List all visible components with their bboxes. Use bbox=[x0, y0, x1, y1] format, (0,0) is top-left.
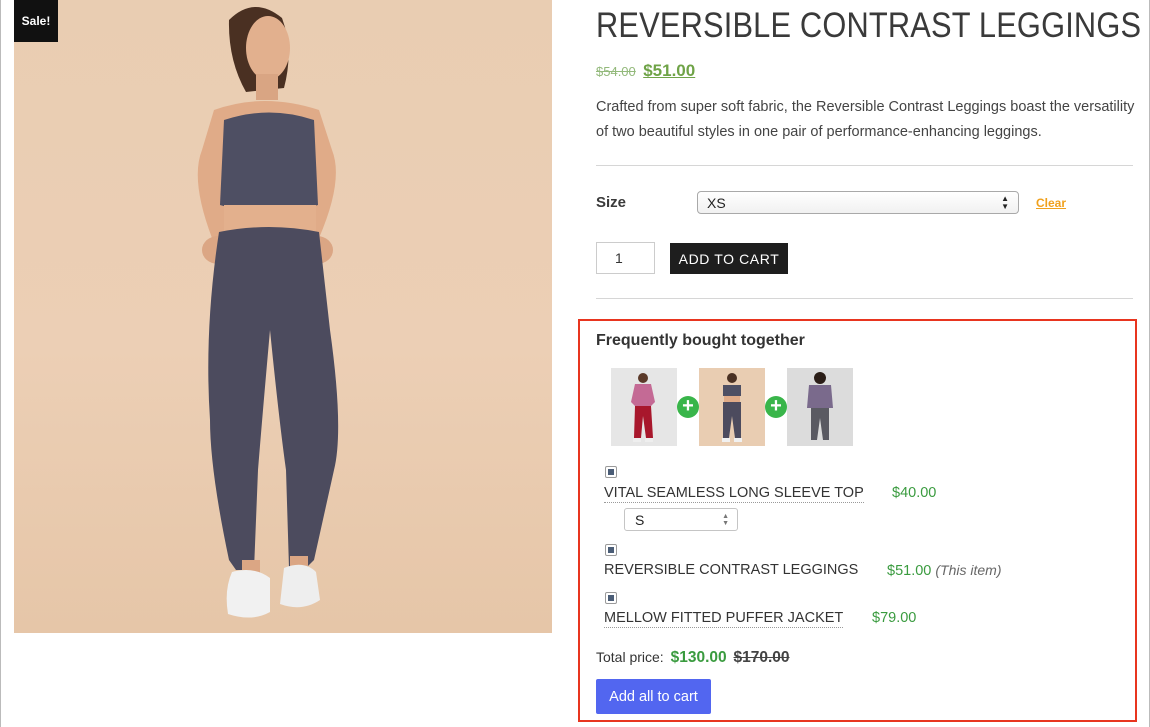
select-arrows-icon: ▲ ▼ bbox=[722, 512, 729, 527]
item-checkbox[interactable] bbox=[605, 592, 617, 604]
sale-price: $51.00 bbox=[643, 61, 696, 80]
plus-icon: + bbox=[677, 396, 699, 418]
total-old-price: $170.00 bbox=[733, 649, 790, 666]
plus-icon: + bbox=[765, 396, 787, 418]
item-variant-select[interactable]: S ▲ ▼ bbox=[624, 508, 738, 531]
clear-link[interactable]: Clear bbox=[1036, 196, 1066, 210]
total-price: $130.00 bbox=[670, 649, 727, 666]
fbt-thumb-jacket[interactable] bbox=[787, 368, 853, 446]
sale-badge: Sale! bbox=[14, 0, 58, 42]
leggings-product-image bbox=[722, 373, 742, 442]
fbt-item-price: $51.00 bbox=[887, 563, 932, 579]
price-row: $54.00 $51.00 bbox=[596, 61, 695, 81]
fbt-item-name: REVERSIBLE CONTRAST LEGGINGS bbox=[604, 562, 859, 578]
item-checkbox[interactable] bbox=[605, 466, 617, 478]
add-all-to-cart-button[interactable]: Add all to cart bbox=[596, 679, 711, 714]
fbt-thumb-leggings[interactable] bbox=[699, 368, 765, 446]
product-image[interactable] bbox=[14, 0, 552, 633]
fbt-item-name[interactable]: MELLOW FITTED PUFFER JACKET bbox=[604, 610, 844, 628]
size-select[interactable]: XS ▲ ▼ bbox=[697, 191, 1019, 214]
old-price: $54.00 bbox=[596, 64, 636, 79]
top-product-image bbox=[631, 373, 655, 442]
quantity-input[interactable]: 1 bbox=[596, 242, 655, 274]
size-select-value: XS bbox=[707, 194, 726, 211]
fbt-item-price-row: $51.00 (This item) bbox=[887, 562, 1002, 579]
size-label: Size bbox=[596, 194, 627, 211]
total-label: Total price: bbox=[596, 649, 664, 665]
item-checkbox[interactable] bbox=[605, 544, 617, 556]
fbt-item-name[interactable]: VITAL SEAMLESS LONG SLEEVE TOP bbox=[604, 485, 864, 503]
fbt-thumb-top[interactable] bbox=[611, 368, 677, 446]
add-to-cart-button[interactable]: ADD TO CART bbox=[670, 243, 788, 274]
fbt-item-price: $40.00 bbox=[892, 485, 937, 501]
jacket-product-image bbox=[807, 372, 833, 440]
fbt-item-price: $79.00 bbox=[872, 610, 917, 626]
model-photo bbox=[197, 6, 339, 618]
divider bbox=[596, 165, 1133, 166]
product-title: REVERSIBLE CONTRAST LEGGINGS bbox=[596, 6, 1142, 45]
divider bbox=[596, 298, 1133, 299]
fbt-title: Frequently bought together bbox=[596, 332, 805, 349]
this-item-note: (This item) bbox=[935, 562, 1002, 578]
variant-select-value: S bbox=[635, 511, 645, 528]
total-price-row: Total price: $130.00 $170.00 bbox=[596, 649, 790, 667]
product-description: Crafted from super soft fabric, the Reve… bbox=[596, 99, 1135, 140]
select-arrows-icon: ▲ ▼ bbox=[1001, 193, 1009, 211]
